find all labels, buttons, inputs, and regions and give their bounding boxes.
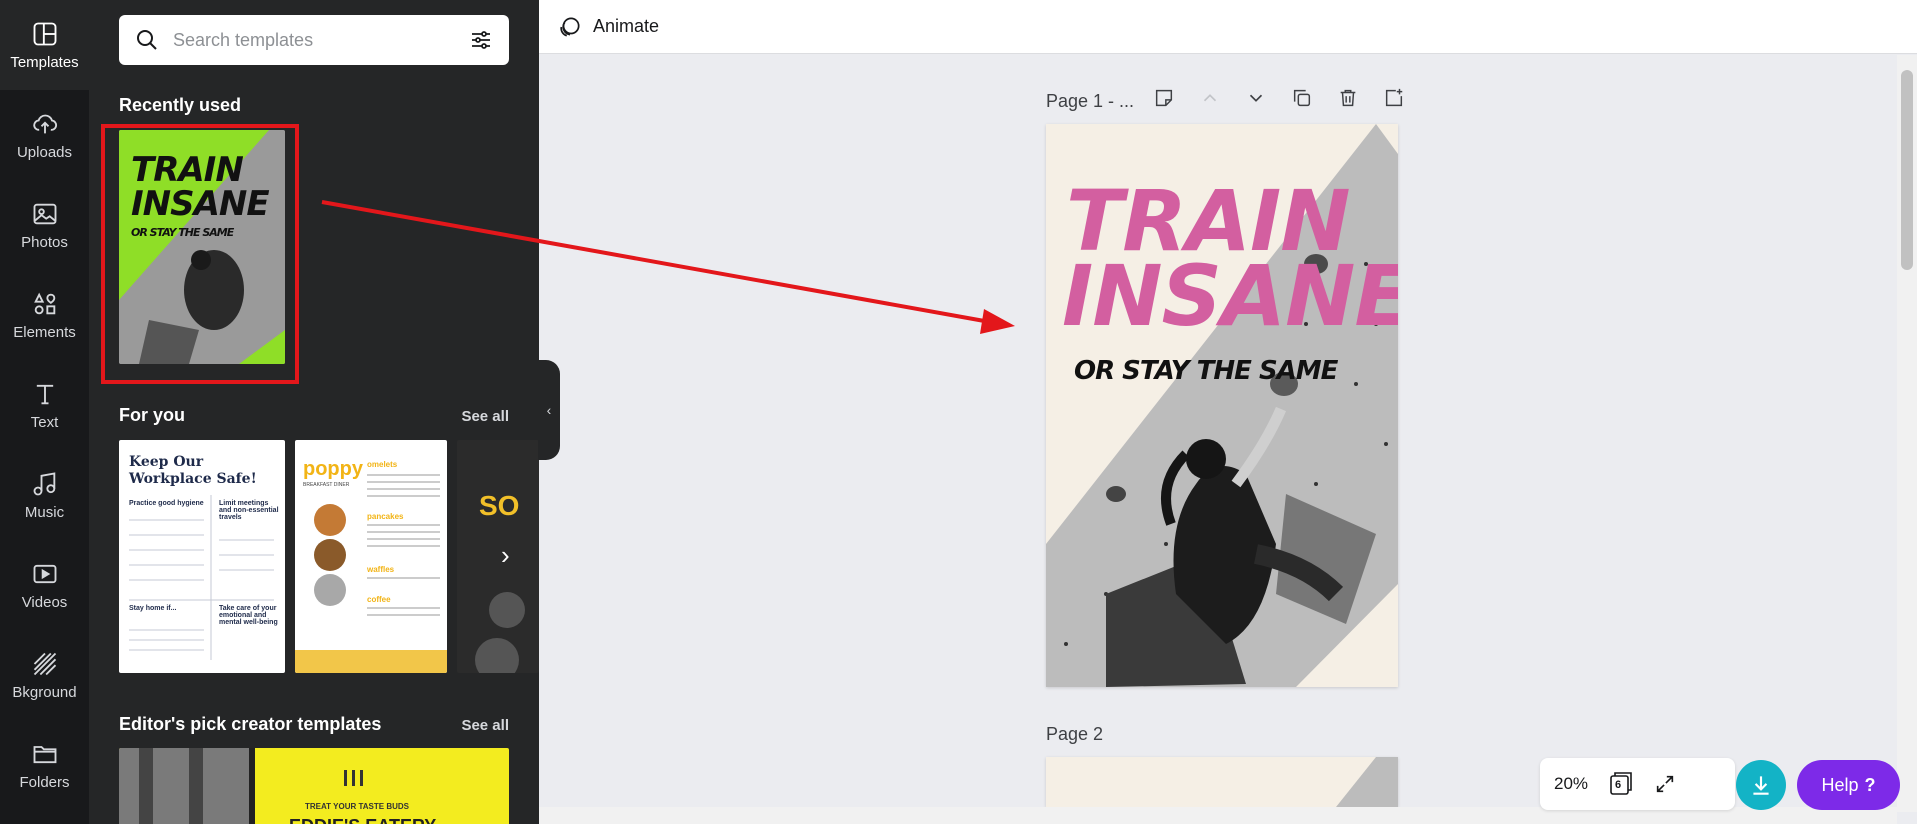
editors-pick-see-all-link[interactable]: See all: [461, 717, 509, 734]
page-2-title[interactable]: Page 2: [1046, 724, 1103, 745]
template-card-poppy-diner[interactable]: poppy BREAKFAST DINER omelets pancakes w…: [295, 440, 447, 673]
text-icon: [36, 384, 53, 404]
notes-icon[interactable]: [1152, 86, 1176, 110]
rail-item-background[interactable]: Bkground: [0, 630, 89, 720]
selection-highlight: [101, 124, 299, 384]
filter-icon[interactable]: [469, 28, 493, 52]
template-card-workplace-safe[interactable]: Keep Our Workplace Safe! Practice good h…: [119, 440, 285, 673]
templates-icon: [33, 22, 56, 45]
download-icon: [1753, 776, 1769, 795]
animate-icon: [560, 16, 580, 37]
page-grid-button[interactable]: 6: [1608, 771, 1634, 797]
zoom-controls: 20% 6: [1540, 758, 1735, 810]
rail-label: Folders: [19, 773, 70, 791]
chevron-left-icon: ‹: [546, 402, 552, 418]
rail-label: Bkground: [12, 683, 77, 701]
download-button[interactable]: [1736, 760, 1786, 810]
editors-pick-heading: Editor's pick creator templates: [119, 714, 382, 734]
rail-label: Templates: [10, 53, 79, 71]
template-card-partial[interactable]: SO: [457, 440, 539, 673]
design-page-2[interactable]: [1046, 757, 1398, 807]
card-title: EDDIE'S EATERY: [289, 816, 436, 824]
rail-item-templates[interactable]: Templates: [0, 0, 89, 90]
for-you-see-all-link[interactable]: See all: [461, 408, 509, 425]
search-input[interactable]: Search templates: [173, 30, 469, 51]
trash-icon[interactable]: [1336, 86, 1360, 110]
chevron-up-icon[interactable]: [1198, 86, 1222, 110]
top-bar: Animate: [539, 0, 1917, 54]
poster-title-line2[interactable]: INSANE: [1062, 254, 1398, 338]
rail-label: Uploads: [16, 143, 73, 161]
page-count: 6: [1615, 779, 1622, 791]
question-icon: ?: [1864, 774, 1876, 795]
fullscreen-icon[interactable]: [1654, 773, 1676, 795]
scrollbar-thumb[interactable]: [1901, 70, 1913, 270]
card-decoration: [295, 474, 447, 673]
rail-item-music[interactable]: Music: [0, 450, 89, 540]
template-card-eddies-eatery[interactable]: TREAT YOUR TASTE BUDS EDDIE'S EATERY: [119, 748, 509, 824]
rail-item-text[interactable]: Text: [0, 360, 89, 450]
background-icon: [33, 652, 56, 675]
upload-icon: [32, 114, 57, 133]
chevron-down-icon[interactable]: [1244, 86, 1268, 110]
zoom-level[interactable]: 20%: [1554, 774, 1588, 794]
collapse-panel-button[interactable]: ‹: [538, 360, 560, 460]
vertical-scrollbar[interactable]: [1897, 55, 1917, 812]
add-page-icon[interactable]: [1382, 86, 1406, 110]
poster-subtitle[interactable]: OR STAY THE SAME: [1074, 356, 1338, 386]
search-box[interactable]: Search templates: [119, 15, 509, 65]
card-decoration: [119, 748, 363, 824]
help-button[interactable]: Help ?: [1797, 760, 1900, 810]
climber-photo: [1336, 757, 1398, 807]
elements-icon: [33, 292, 55, 314]
rail-label: Photos: [21, 233, 68, 251]
rail-item-photos[interactable]: Photos: [0, 180, 89, 270]
rail-item-elements[interactable]: Elements: [0, 270, 89, 360]
recently-used-heading: Recently used: [119, 95, 242, 115]
card-sub: TREAT YOUR TASTE BUDS: [305, 802, 410, 811]
rail-item-uploads[interactable]: Uploads: [0, 90, 89, 180]
music-icon: [33, 471, 55, 495]
page-1-title[interactable]: Page 1 - ...: [1046, 91, 1134, 112]
animate-button[interactable]: Animate: [557, 14, 659, 40]
photo-icon: [33, 203, 56, 224]
page-toolbar: [1152, 86, 1406, 110]
search-icon: [137, 30, 157, 50]
for-you-heading: For you: [119, 405, 185, 425]
rail-label: Videos: [21, 593, 68, 611]
help-label: Help: [1821, 774, 1859, 795]
rail-item-folders[interactable]: Folders: [0, 720, 89, 810]
carousel-next-icon[interactable]: ›: [501, 540, 510, 571]
design-page-1[interactable]: TRAIN INSANE OR STAY THE SAME: [1046, 124, 1398, 687]
rail-item-videos[interactable]: Videos: [0, 540, 89, 630]
left-rail: Templates Uploads Photos Elements Text M…: [0, 0, 89, 824]
folder-icon: [33, 745, 56, 763]
duplicate-icon[interactable]: [1290, 86, 1314, 110]
rail-label: Music: [24, 503, 65, 521]
video-icon: [33, 564, 56, 583]
rail-label: Text: [30, 413, 59, 431]
card-decoration: [129, 495, 274, 660]
animate-label: Animate: [593, 16, 660, 36]
rail-label: Elements: [13, 323, 76, 341]
card-decoration: [475, 592, 525, 673]
templates-panel: Search templates Recently used TRAIN INS…: [89, 0, 539, 824]
